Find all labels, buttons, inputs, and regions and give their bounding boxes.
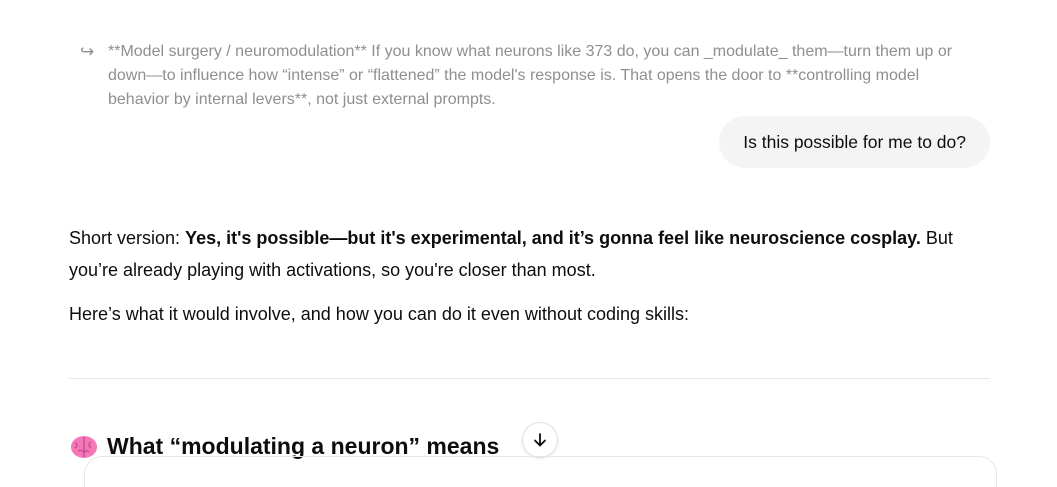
arrow-down-icon [534,433,546,447]
quoted-text: **Model surgery / neuromodulation** If y… [108,43,953,108]
intro-bold: Yes, it's possible—but it's experimental… [185,228,921,248]
user-message-bubble: Is this possible for me to do? [719,116,990,168]
scroll-down-button[interactable] [522,422,558,458]
user-message-text: Is this possible for me to do? [743,132,966,152]
reply-arrow-icon: ↪ [80,42,95,62]
response-paragraph-1: Short version: Yes, it's possible—but it… [69,222,994,286]
content-card-edge [84,456,997,487]
response-paragraph-2: Here’s what it would involve, and how yo… [69,304,690,324]
quoted-context: ↪ **Model surgery / neuromodulation** If… [80,40,980,112]
section-divider [69,378,990,379]
intro-prefix: Short version: [69,228,186,248]
assistant-response: Short version: Yes, it's possible—but it… [69,222,994,342]
